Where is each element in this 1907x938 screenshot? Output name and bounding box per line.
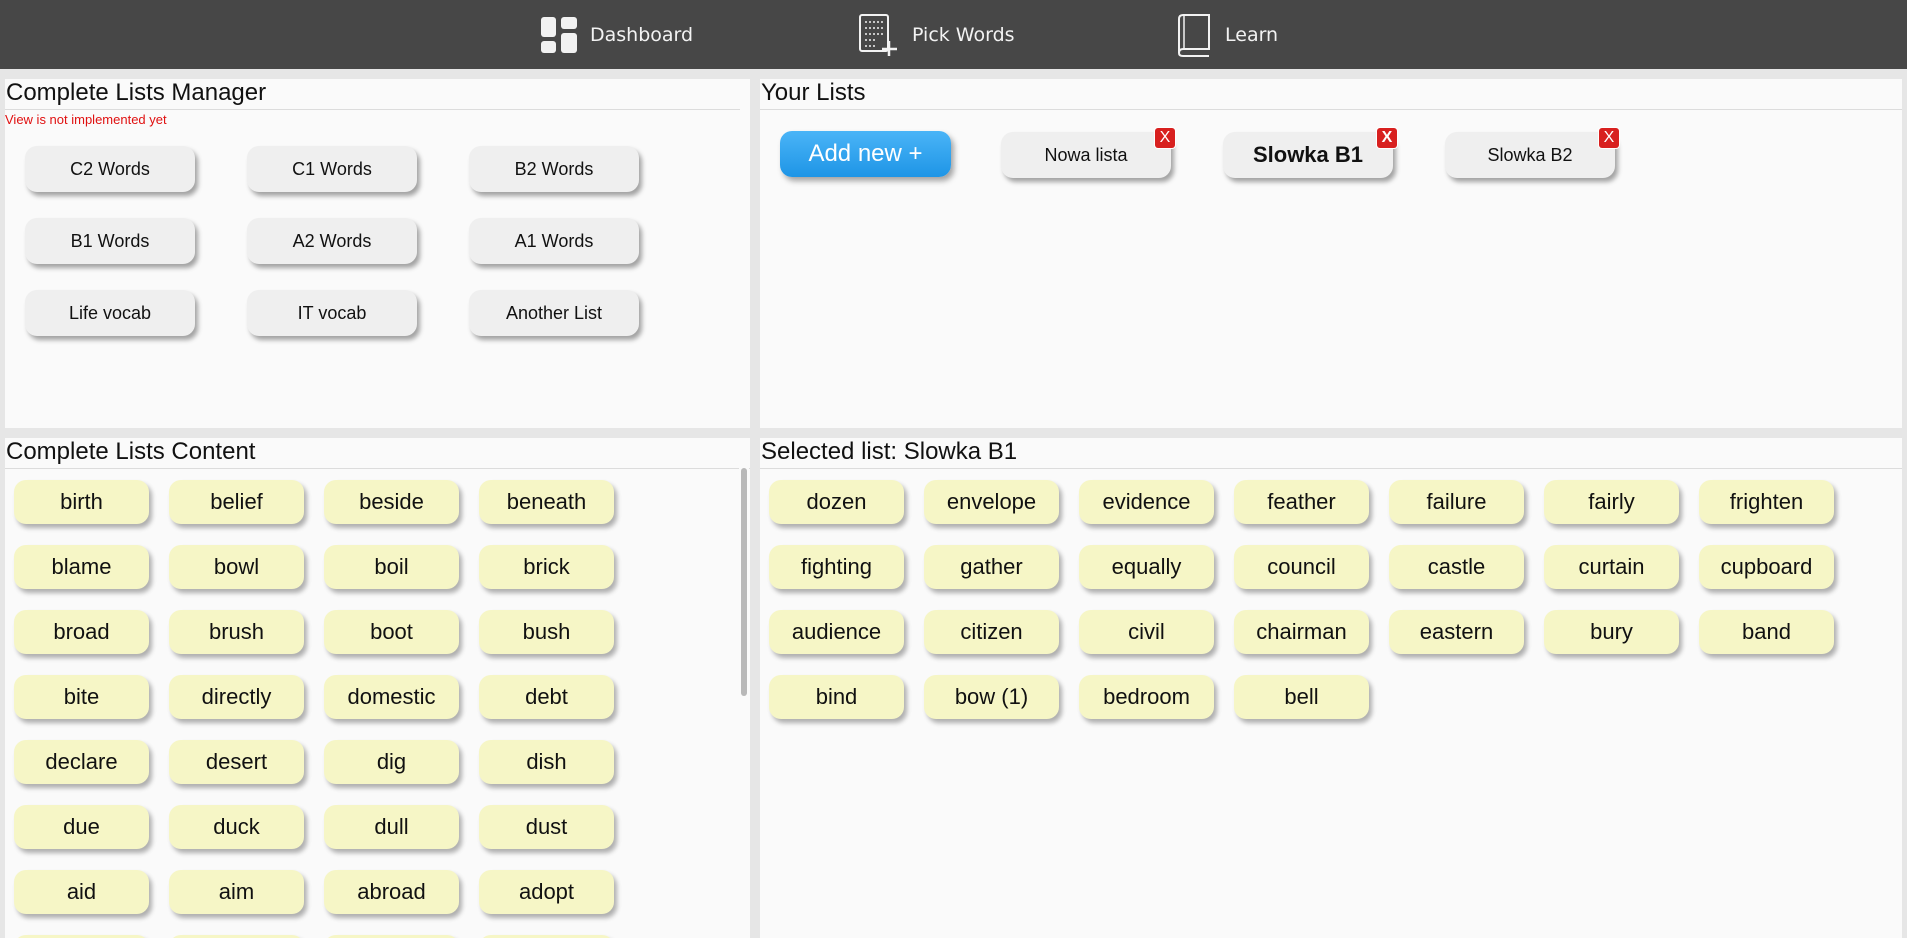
word-chip[interactable]: adopt	[479, 870, 614, 914]
word-chip[interactable]: directly	[169, 675, 304, 719]
dashboard-icon	[540, 16, 578, 54]
word-chip[interactable]: aid	[14, 870, 149, 914]
word-chip[interactable]: debt	[479, 675, 614, 719]
user-list-button[interactable]: Slowka B2 X	[1445, 128, 1619, 178]
word-chip[interactable]: dish	[479, 740, 614, 784]
complete-list-button[interactable]: A2 Words	[247, 218, 417, 264]
delete-list-button[interactable]: X	[1377, 128, 1397, 148]
word-chip[interactable]: dozen	[769, 480, 904, 524]
panel-title: Selected list: Slowka B1	[760, 438, 1902, 469]
word-chip[interactable]: frighten	[1699, 480, 1834, 524]
user-list-label: Slowka B1	[1252, 142, 1364, 167]
word-chip[interactable]: equally	[1079, 545, 1214, 589]
word-chip[interactable]: citizen	[924, 610, 1059, 654]
scrollbar-thumb[interactable]	[741, 468, 747, 696]
nav-learn-label: Learn	[1225, 23, 1279, 46]
word-chip[interactable]: belief	[169, 480, 304, 524]
word-chip[interactable]: dust	[479, 805, 614, 849]
word-chip[interactable]: desert	[169, 740, 304, 784]
word-chip[interactable]: aim	[169, 870, 304, 914]
complete-list-button[interactable]: Life vocab	[25, 290, 195, 336]
word-chip[interactable]: fairly	[1544, 480, 1679, 524]
word-chip[interactable]: domestic	[324, 675, 459, 719]
word-chip[interactable]: bell	[1234, 675, 1369, 719]
word-chip[interactable]: bite	[14, 675, 149, 719]
word-chip[interactable]: boil	[324, 545, 459, 589]
word-chip[interactable]: dull	[324, 805, 459, 849]
word-chip[interactable]: eastern	[1389, 610, 1524, 654]
nav-pick-words[interactable]: Pick Words	[858, 0, 1015, 69]
complete-list-button[interactable]: A1 Words	[469, 218, 639, 264]
word-chip[interactable]: brush	[169, 610, 304, 654]
word-chip[interactable]: dig	[324, 740, 459, 784]
complete-list-button[interactable]: B2 Words	[469, 146, 639, 192]
word-chip[interactable]: due	[14, 805, 149, 849]
word-chip[interactable]: bedroom	[1079, 675, 1214, 719]
selected-list-panel: Selected list: Slowka B1 dozen envelope ev…	[760, 438, 1902, 938]
user-list-button[interactable]: Slowka B1 X	[1223, 128, 1397, 178]
word-chip[interactable]: curtain	[1544, 545, 1679, 589]
nav-learn[interactable]: Learn	[1175, 0, 1278, 69]
word-chip[interactable]: chairman	[1234, 610, 1369, 654]
word-chip[interactable]: audience	[769, 610, 904, 654]
word-chip[interactable]: bow (1)	[924, 675, 1059, 719]
scrollbar[interactable]	[739, 468, 749, 938]
panel-title: Complete Lists Content	[5, 438, 750, 469]
not-implemented-warning: View is not implemented yet	[5, 112, 167, 127]
complete-list-button[interactable]: B1 Words	[25, 218, 195, 264]
word-chip[interactable]: castle	[1389, 545, 1524, 589]
word-chip[interactable]: envelope	[924, 480, 1059, 524]
word-chip[interactable]: bind	[769, 675, 904, 719]
word-chip[interactable]: evidence	[1079, 480, 1214, 524]
complete-list-button[interactable]: Another List	[469, 290, 639, 336]
user-list-button[interactable]: Nowa lista X	[1001, 128, 1175, 178]
word-chip[interactable]: blame	[14, 545, 149, 589]
panel-title: Your Lists	[760, 79, 1902, 110]
your-lists-panel: Your Lists Add new + Nowa lista X Slowka B…	[760, 79, 1902, 428]
word-chip[interactable]: fighting	[769, 545, 904, 589]
word-chip[interactable]: abroad	[324, 870, 459, 914]
user-list-label: Nowa lista	[1044, 144, 1128, 165]
nav-dashboard[interactable]: Dashboard	[540, 0, 693, 69]
word-chip[interactable]: boot	[324, 610, 459, 654]
word-chip[interactable]: bowl	[169, 545, 304, 589]
word-chip[interactable]: bush	[479, 610, 614, 654]
complete-lists-content-panel: Complete Lists Content birth belief beside…	[5, 438, 750, 938]
word-chip[interactable]: feather	[1234, 480, 1369, 524]
word-chip[interactable]: brick	[479, 545, 614, 589]
word-chip[interactable]: broad	[14, 610, 149, 654]
nav-dashboard-label: Dashboard	[590, 23, 694, 46]
delete-list-button[interactable]: X	[1155, 128, 1175, 148]
top-navigation-bar: Dashboard Pick Words Learn	[0, 0, 1907, 69]
word-chip[interactable]: beside	[324, 480, 459, 524]
word-chip[interactable]: beneath	[479, 480, 614, 524]
word-chip[interactable]: birth	[14, 480, 149, 524]
complete-list-button[interactable]: C1 Words	[247, 146, 417, 192]
nav-pick-words-label: Pick Words	[912, 23, 1015, 46]
complete-lists-manager-panel: Complete Lists Manager View is not imple…	[5, 79, 750, 428]
complete-list-button[interactable]: IT vocab	[247, 290, 417, 336]
word-chip[interactable]: band	[1699, 610, 1834, 654]
pick-words-icon	[858, 13, 900, 57]
word-chip[interactable]: duck	[169, 805, 304, 849]
word-chip[interactable]: cupboard	[1699, 545, 1834, 589]
word-chip[interactable]: civil	[1079, 610, 1214, 654]
complete-list-button[interactable]: C2 Words	[25, 146, 195, 192]
word-chip[interactable]: declare	[14, 740, 149, 784]
word-chip[interactable]: gather	[924, 545, 1059, 589]
word-chip[interactable]: bury	[1544, 610, 1679, 654]
panel-title: Complete Lists Manager	[5, 79, 740, 110]
book-icon	[1175, 13, 1213, 57]
word-chip[interactable]: council	[1234, 545, 1369, 589]
word-chip[interactable]: failure	[1389, 480, 1524, 524]
user-list-label: Slowka B2	[1487, 144, 1573, 165]
delete-list-button[interactable]: X	[1599, 128, 1619, 148]
add-new-list-button[interactable]: Add new +	[780, 131, 951, 177]
